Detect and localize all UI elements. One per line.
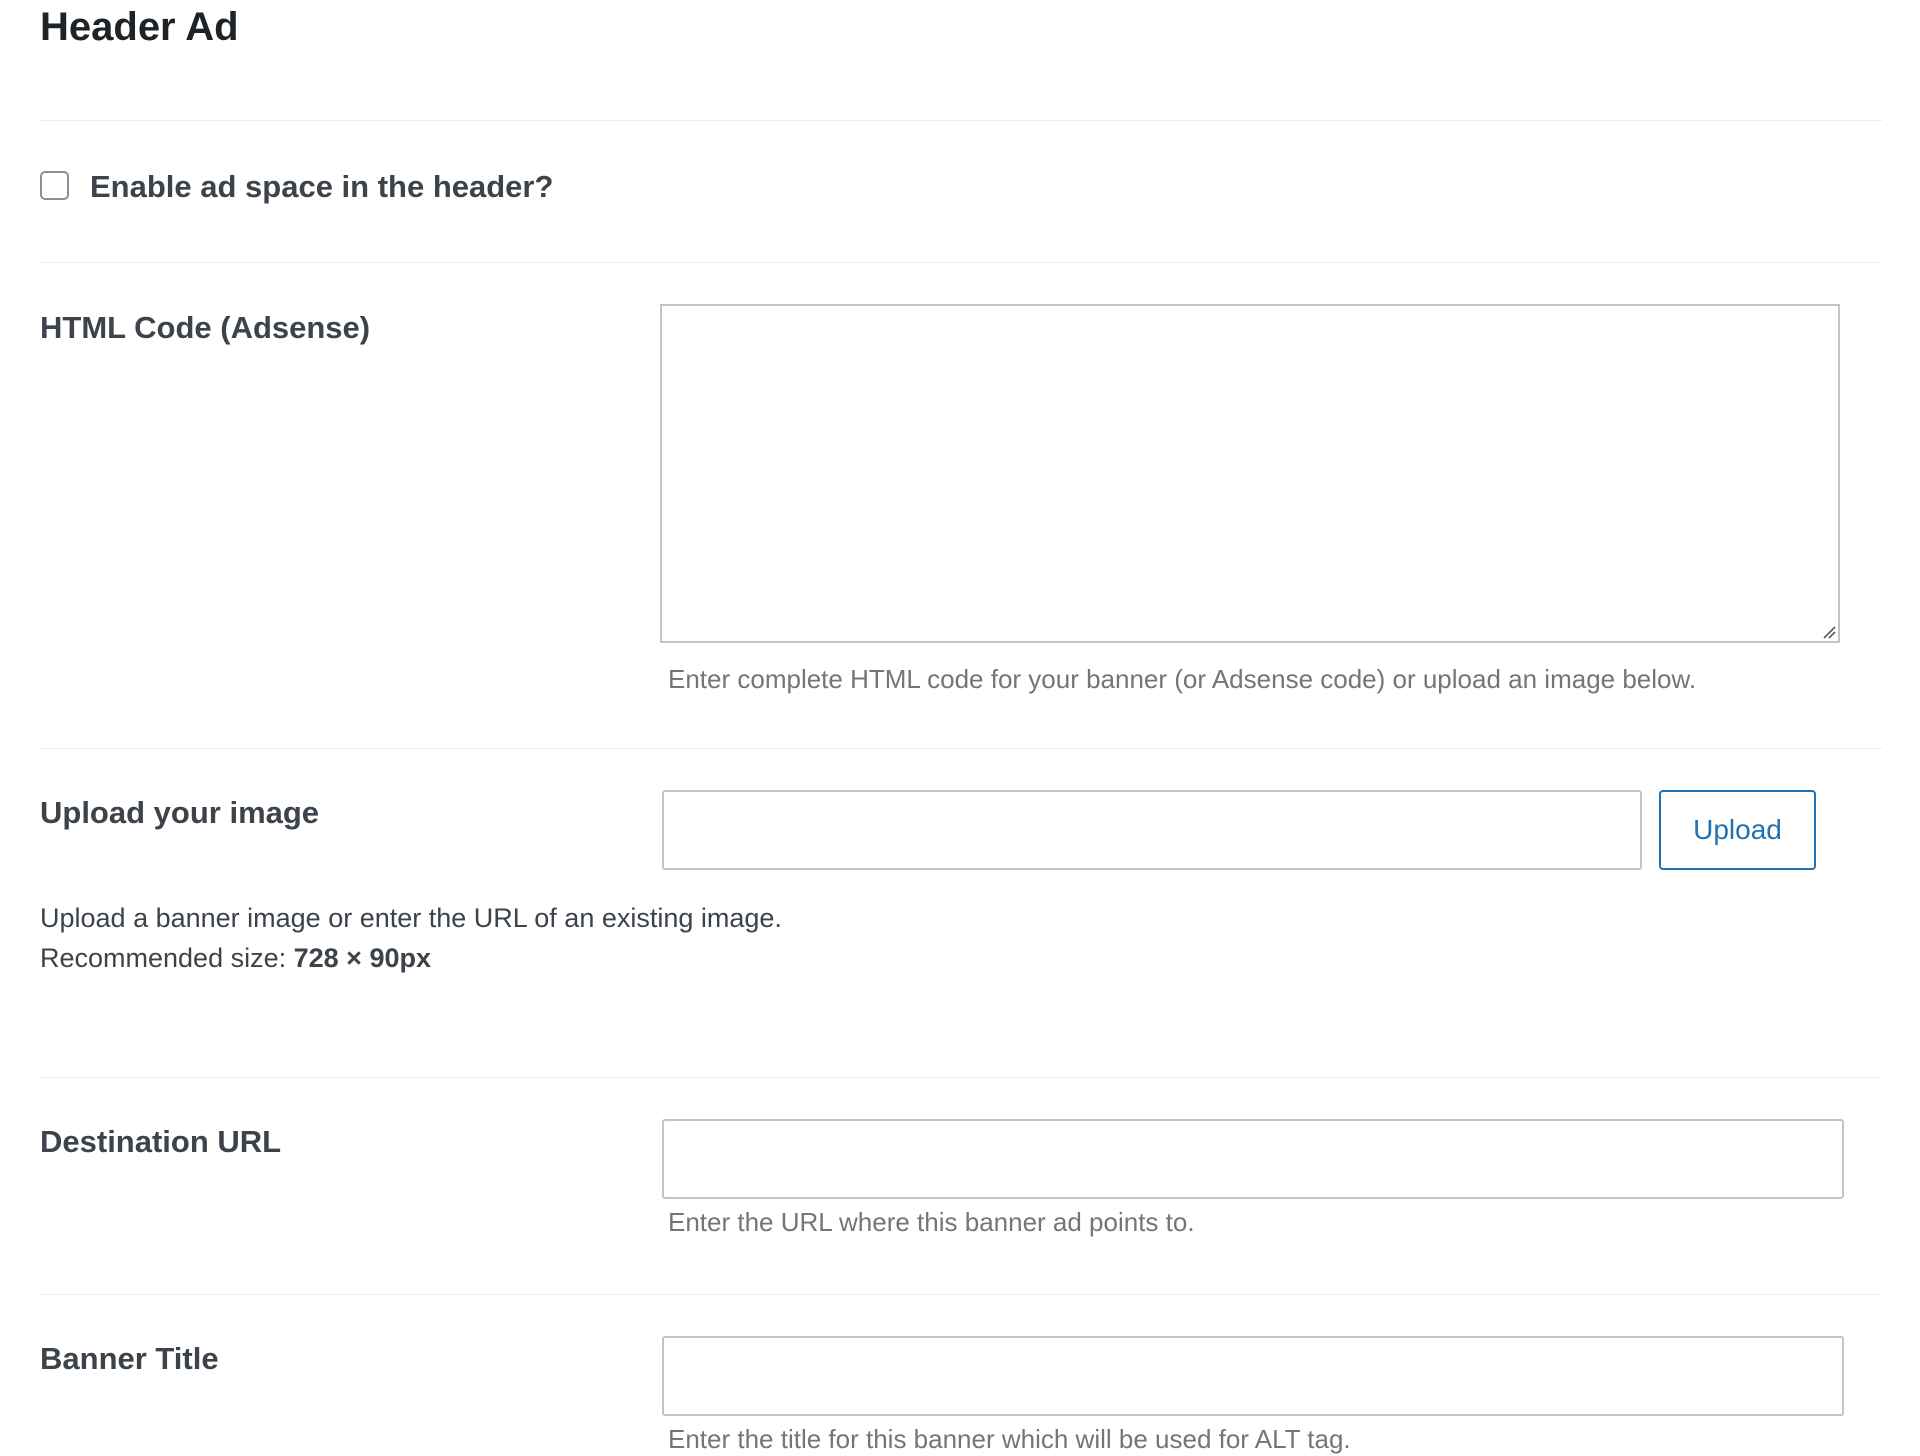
- header-ad-settings: Header Ad Enable ad space in the header?…: [0, 0, 1920, 1454]
- upload-image-label: Upload your image: [40, 795, 320, 830]
- banner-title-input[interactable]: [662, 1336, 1844, 1416]
- divider: [40, 1077, 1882, 1078]
- destination-url-input[interactable]: [662, 1119, 1844, 1199]
- image-url-input[interactable]: [662, 790, 1642, 870]
- enable-row: Enable ad space in the header?: [40, 165, 553, 205]
- upload-button[interactable]: Upload: [1659, 790, 1816, 870]
- enable-ad-label[interactable]: Enable ad space in the header?: [90, 167, 553, 207]
- banner-title-help: Enter the title for this banner which wi…: [668, 1424, 1351, 1454]
- divider: [40, 262, 1882, 263]
- section-title: Header Ad: [40, 5, 239, 49]
- upload-description: Upload a banner image or enter the URL o…: [40, 898, 782, 978]
- divider: [40, 1294, 1882, 1295]
- html-code-textarea[interactable]: [660, 304, 1840, 643]
- banner-title-label: Banner Title: [40, 1341, 219, 1376]
- html-code-help: Enter complete HTML code for your banner…: [668, 664, 1697, 694]
- recommended-size-value: 728 × 90px: [293, 943, 431, 973]
- resize-grip-icon[interactable]: [1822, 625, 1836, 639]
- divider: [40, 120, 1882, 121]
- upload-description-line: Upload a banner image or enter the URL o…: [40, 903, 782, 933]
- enable-ad-checkbox[interactable]: [40, 170, 69, 200]
- destination-url-help: Enter the URL where this banner ad point…: [668, 1207, 1195, 1237]
- recommended-size-line: Recommended size: 728 × 90px: [40, 938, 782, 978]
- recommended-size-prefix: Recommended size:: [40, 943, 294, 973]
- html-code-label: HTML Code (Adsense): [40, 310, 371, 345]
- destination-url-label: Destination URL: [40, 1124, 282, 1159]
- divider: [40, 748, 1882, 749]
